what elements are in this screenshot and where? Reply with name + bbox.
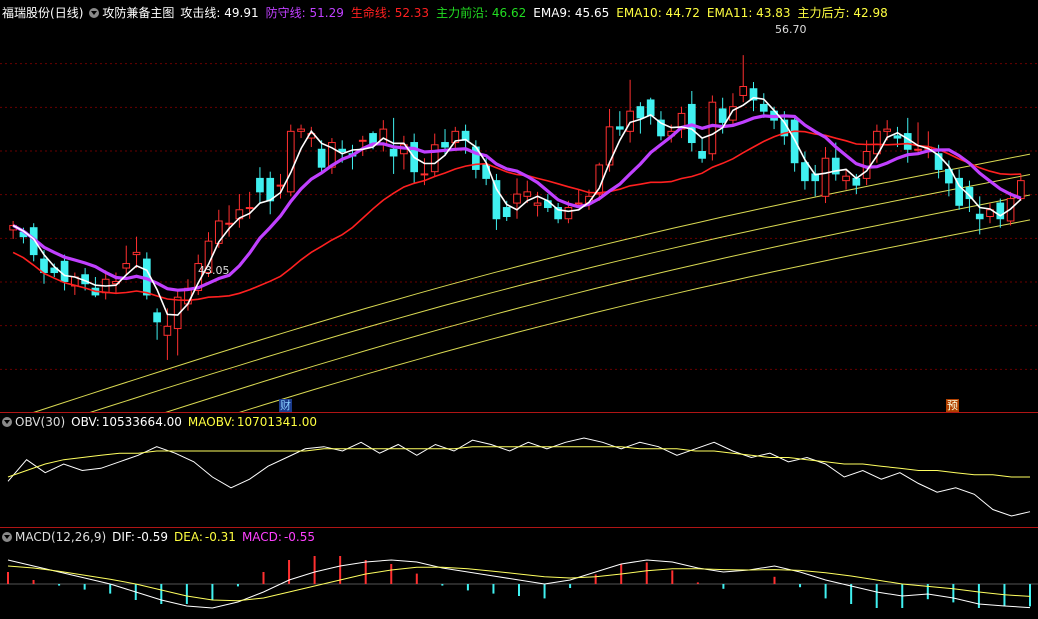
candle-body (430, 144, 439, 173)
forecast-marker[interactable]: 预 (946, 399, 959, 412)
candle-body (595, 164, 604, 195)
candle-body (420, 173, 429, 176)
obv-menu-icon[interactable] (2, 417, 12, 427)
candle-body (646, 99, 655, 117)
candle-body (533, 202, 542, 206)
obv-value: 10533664.00 (101, 415, 182, 429)
candle-body (759, 103, 768, 112)
macd-label: MACD: (241, 530, 282, 544)
candle-body (60, 260, 69, 282)
dea-label: DEA: (174, 530, 203, 544)
macd-value: -0.55 (283, 530, 316, 544)
maobv-line (7, 446, 1030, 478)
macd-menu-icon[interactable] (2, 532, 12, 542)
candle-body (903, 133, 912, 150)
candle-body (821, 157, 830, 197)
candle-body (153, 312, 161, 323)
financial-report-marker[interactable]: 财 (279, 399, 292, 412)
dif-value: -0.59 (136, 530, 168, 544)
candle-body (40, 258, 48, 274)
maobv-label: MAOBV: (187, 415, 235, 429)
ema-line (30, 153, 1031, 413)
candle-body (122, 263, 131, 269)
candle-body (256, 177, 264, 193)
candle-body (852, 177, 861, 186)
candle-body (317, 148, 326, 168)
candle-body (389, 148, 398, 157)
candle-body (297, 128, 305, 132)
candle-body (574, 202, 583, 205)
maobv-value: 10701341.00 (236, 415, 318, 429)
candle-body (883, 128, 892, 132)
candle-body (523, 191, 532, 197)
candle-body (739, 86, 748, 96)
candle-body (698, 151, 706, 159)
candle-body (636, 106, 645, 119)
macd-title[interactable]: MACD(12,26,9) (15, 527, 106, 547)
obv-chart[interactable] (0, 430, 1038, 524)
dea-value: -0.31 (204, 530, 236, 544)
ema-line (235, 219, 1031, 413)
candle-body (163, 325, 172, 336)
candle-body (893, 135, 902, 139)
candle-body (502, 207, 511, 217)
candle-body (276, 184, 285, 187)
candle-body (441, 142, 449, 148)
ema-line (86, 174, 1031, 413)
candle-body (286, 130, 295, 193)
obv-indicator-bar: OBV(30) OBV: 10533664.00 MAOBV: 10701341.0… (0, 412, 1038, 432)
candle-body (492, 180, 501, 220)
candle-body (718, 108, 727, 123)
candle-body (914, 148, 922, 151)
candle-body (615, 126, 624, 130)
macd-chart[interactable] (0, 546, 1038, 618)
candle-body (338, 148, 347, 153)
macd-indicator-bar: MACD(12,26,9) DIF: -0.59 DEA: -0.31 MACD: -… (0, 527, 1038, 547)
candle-body (245, 207, 254, 210)
ema-line (162, 194, 1031, 413)
dif-label: DIF: (112, 530, 135, 544)
obv-label: OBV: (71, 415, 100, 429)
candle-body (708, 101, 717, 155)
candle-body (132, 251, 141, 256)
indicator-menu-icon[interactable] (89, 8, 100, 18)
candle-body (225, 222, 233, 225)
low-price-label: 43.05 (198, 264, 230, 277)
candle-body (975, 213, 984, 220)
candle-body (801, 162, 809, 182)
candle-body (564, 207, 573, 220)
candle-body (513, 193, 521, 204)
obv-title[interactable]: OBV(30) (15, 412, 65, 432)
candle-body (358, 139, 367, 142)
candlestick-chart[interactable] (0, 20, 1038, 413)
obv-line (7, 437, 1031, 517)
high-price-label: 56.70 (775, 23, 807, 36)
candle-body (842, 175, 850, 182)
